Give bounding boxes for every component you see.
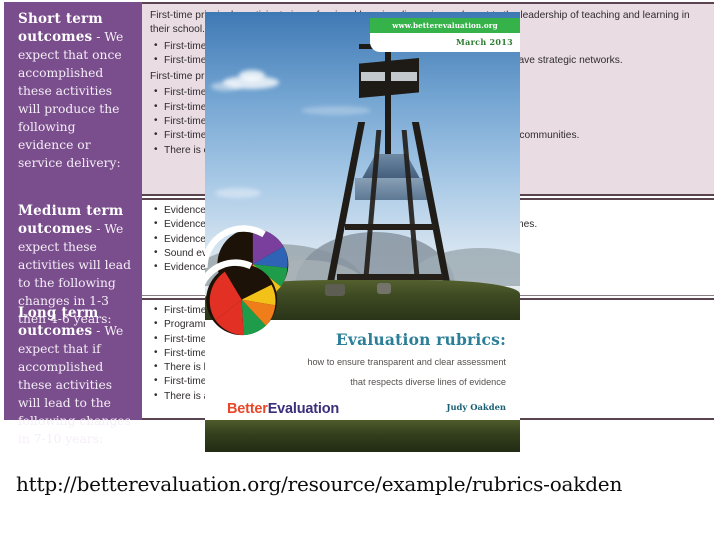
rock-shape [325, 284, 345, 296]
long-term-body: - We expect that if accomplished these a… [18, 324, 131, 446]
beacon-mast [385, 48, 391, 160]
website-banner: www.betterevaluation.org March 2013 [370, 18, 520, 52]
trig-beacon-tower [323, 38, 463, 298]
beacon-roof-body [355, 178, 429, 200]
sidebar-block-long-term: Long term outcomes - We expect that if a… [18, 304, 132, 448]
cloud-shape [215, 188, 261, 198]
cover-subtitle-line-1: how to ensure transparent and clear asse… [307, 357, 506, 367]
beacon-crossbar [345, 224, 435, 230]
betterevaluation-logo-icon [205, 225, 289, 336]
banner-date-row: March 2013 [370, 34, 513, 50]
wordmark-better: Better [227, 401, 268, 417]
outcomes-sidebar: Short term outcomes - We expect that onc… [4, 2, 142, 446]
cover-subtitle-line-2: that respects diverse lines of evidence [350, 376, 506, 387]
banner-url-text: www.betterevaluation.org [392, 21, 498, 30]
wordmark-evaluation: Evaluation [267, 401, 340, 417]
report-cover-image: www.betterevaluation.org March 2013 Eval… [205, 12, 520, 452]
beacon-leg [361, 130, 382, 298]
rock-shape [377, 283, 391, 294]
betterevaluation-wordmark: BetterEvaluation [227, 401, 339, 417]
banner-date-text: March 2013 [456, 37, 513, 47]
short-term-heading: Short term outcomes [18, 11, 103, 45]
sidebar-block-short-term: Short term outcomes - We expect that onc… [18, 10, 132, 172]
slide-canvas: Short term outcomes - We expect that onc… [0, 0, 720, 540]
beacon-leg [323, 122, 366, 298]
banner-green-bar: www.betterevaluation.org [370, 18, 520, 33]
cloud-shape [211, 82, 241, 91]
short-term-body: - We expect that once accomplished these… [18, 30, 124, 170]
long-term-heading: Long term outcomes [18, 305, 99, 339]
cover-bottom-grass-strip [205, 420, 520, 452]
cover-title: Evaluation rubrics: [335, 330, 506, 349]
cloud-shape [239, 70, 265, 81]
caption-url[interactable]: http://betterevaluation.org/resource/exa… [16, 472, 706, 496]
